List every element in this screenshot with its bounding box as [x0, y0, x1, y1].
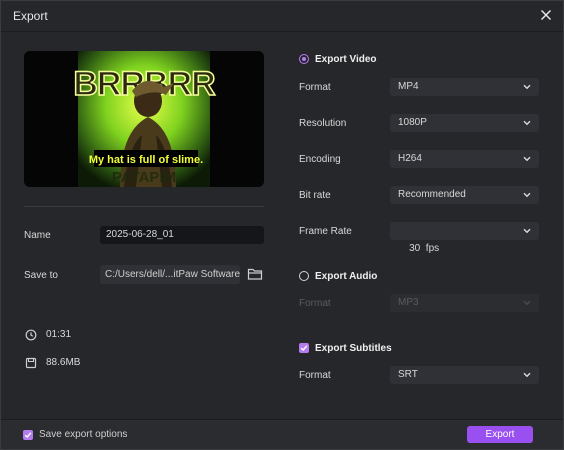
subtitle-format-label: Format [299, 370, 331, 381]
save-path-field[interactable]: C:/Users/dell/...itPaw Software [100, 265, 240, 284]
export-button[interactable]: Export [467, 426, 533, 443]
left-divider [24, 206, 264, 207]
save-options-checkbox[interactable] [23, 429, 33, 440]
chevron-down-icon [523, 156, 531, 162]
export-audio-radio[interactable] [299, 271, 309, 281]
subtitle-format-value: SRT [398, 369, 418, 380]
format-select[interactable]: MP4 [390, 78, 539, 96]
check-icon [24, 431, 32, 438]
audio-format-select[interactable]: MP3 [390, 294, 539, 312]
audio-format-label: Format [299, 298, 331, 309]
folder-icon [247, 268, 263, 280]
bit-rate-select[interactable]: Recommended [390, 186, 539, 204]
export-video-title: Export Video [315, 53, 377, 65]
close-button[interactable] [537, 6, 555, 24]
save-to-label: Save to [24, 270, 58, 281]
audio-format-value: MP3 [398, 297, 419, 308]
video-thumbnail: BRRBRR PATAPIM My hat is full of slime. [24, 51, 264, 187]
export-subtitles-title: Export Subtitles [315, 342, 392, 354]
title-bar: Export [1, 1, 563, 31]
export-audio-option[interactable]: Export Audio [299, 269, 377, 283]
bit-rate-value: Recommended [398, 189, 466, 200]
chevron-down-icon [523, 192, 531, 198]
resolution-select[interactable]: 1080P [390, 114, 539, 132]
resolution-label: Resolution [299, 118, 347, 129]
clock-icon [25, 328, 37, 341]
check-icon [300, 345, 308, 352]
chevron-down-icon [523, 84, 531, 90]
encoding-value: H264 [398, 153, 422, 164]
export-subtitles-option[interactable]: Export Subtitles [299, 341, 392, 355]
encoding-label: Encoding [299, 154, 341, 165]
frame-rate-value: 30 fps [409, 243, 440, 254]
encoding-select[interactable]: H264 [390, 150, 539, 168]
chevron-down-icon [523, 120, 531, 126]
save-options-toggle[interactable]: Save export options [23, 429, 127, 440]
chevron-down-icon [523, 372, 531, 378]
name-label: Name [24, 230, 51, 241]
subtitle-format-select[interactable]: SRT [390, 366, 539, 384]
thumbnail-bottom-text: PATAPIM [112, 169, 176, 186]
footer-bar: Save export options Export [1, 420, 563, 449]
export-audio-title: Export Audio [315, 270, 378, 282]
save-options-label: Save export options [39, 429, 128, 440]
bit-rate-label: Bit rate [299, 190, 331, 201]
chevron-down-icon [523, 300, 531, 306]
duration-value: 01:31 [46, 329, 72, 340]
resolution-value: 1080P [398, 117, 427, 128]
file-size-icon [25, 356, 37, 369]
file-size-value: 88.6MB [46, 357, 81, 368]
frame-rate-label: Frame Rate [299, 226, 352, 237]
browse-folder-button[interactable] [247, 267, 263, 281]
export-subtitles-checkbox[interactable] [299, 343, 309, 353]
frame-rate-select[interactable]: 30 fps [390, 222, 539, 254]
thumbnail-caption: My hat is full of slime. [89, 154, 203, 166]
title-divider [1, 31, 563, 32]
chevron-down-icon [523, 228, 531, 234]
export-video-option[interactable]: Export Video [299, 52, 377, 66]
export-dialog: Export BRRBRR [0, 0, 564, 450]
video-preview: BRRBRR PATAPIM My hat is full of slime. [24, 51, 264, 187]
format-label: Format [299, 82, 331, 93]
close-icon [540, 9, 552, 21]
dialog-title: Export [13, 9, 48, 23]
export-video-radio[interactable] [299, 54, 309, 64]
format-value: MP4 [398, 81, 419, 92]
name-input[interactable]: 2025-06-28_01 [100, 226, 264, 244]
